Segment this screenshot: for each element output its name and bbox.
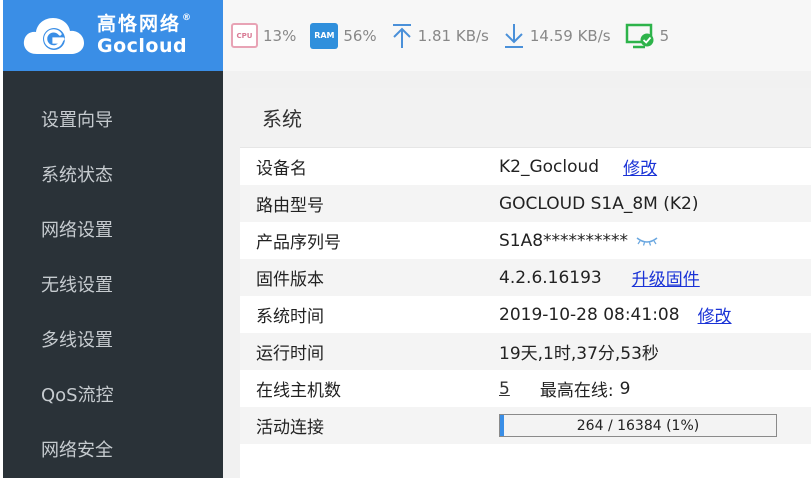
connections-label: 活动连接 — [256, 418, 324, 438]
brand-name-en: Gocloud — [97, 35, 188, 57]
system-time-value: 2019-10-28 08:41:08 — [499, 304, 680, 325]
cpu-icon: CPU — [231, 23, 258, 48]
system-time-label: 系统时间 — [256, 307, 324, 327]
system-panel: 系统 设备名 K2_Gocloud 修改 路由型号 GOCLOUD S1A_8M… — [240, 88, 811, 478]
sidebar-item-network-security[interactable]: 网络安全 — [3, 421, 223, 476]
sidebar-item-label: 多线设置 — [41, 329, 113, 351]
online-stat: 5 — [625, 23, 670, 49]
panel-title: 系统 — [240, 88, 811, 148]
online-count: 5 — [659, 26, 670, 45]
sidebar-item-label: 网络设置 — [41, 219, 113, 241]
sidebar-item-label: QoS流控 — [41, 384, 114, 406]
sidebar-item-label: 无线设置 — [41, 274, 113, 296]
serial-value: S1A8********** — [499, 230, 629, 251]
sidebar-item-label: 网络安全 — [41, 439, 113, 461]
edit-system-time-link[interactable]: 修改 — [698, 302, 732, 327]
download-speed: 14.59 KB/s — [529, 26, 611, 45]
sidebar-item-wireless-settings[interactable]: 无线设置 — [3, 256, 223, 311]
ram-icon: RAM — [310, 22, 339, 49]
serial-label: 产品序列号 — [256, 233, 341, 253]
brand-text: 高恪网络 ® Gocloud — [97, 13, 194, 57]
connections-progress-bar: 264 / 16384 (1%) — [499, 414, 777, 437]
status-bar: CPU 13% RAM 56% 1.81 KB/s 14.59 KB/s 5 — [223, 0, 811, 71]
cloud-logo-icon — [23, 17, 84, 54]
ram-usage: 56% — [343, 26, 377, 45]
sidebar-item-system-status[interactable]: 系统状态 — [3, 146, 223, 201]
eye-closed-icon[interactable] — [636, 236, 658, 246]
row-system-time: 系统时间 2019-10-28 08:41:08 修改 — [240, 296, 811, 333]
row-device-name: 设备名 K2_Gocloud 修改 — [240, 148, 811, 185]
row-model: 路由型号 GOCLOUD S1A_8M (K2) — [240, 185, 811, 222]
monitor-check-icon — [625, 23, 654, 48]
sidebar-item-label: 系统状态 — [41, 164, 113, 186]
row-serial: 产品序列号 S1A8********** — [240, 222, 811, 259]
brand-logo[interactable]: 高恪网络 ® Gocloud — [3, 0, 223, 71]
online-hosts-label: 在线主机数 — [256, 381, 341, 401]
sidebar-item-label: 设置向导 — [41, 109, 113, 131]
uptime-label: 运行时间 — [256, 344, 324, 364]
download-arrow-icon — [504, 23, 523, 48]
model-label: 路由型号 — [256, 196, 324, 216]
row-connections: 活动连接 264 / 16384 (1%) — [240, 407, 811, 444]
upload-speed: 1.81 KB/s — [417, 26, 489, 45]
sidebar-item-qos[interactable]: QoS流控 — [3, 366, 223, 421]
upload-stat: 1.81 KB/s — [391, 23, 489, 49]
firmware-value: 4.2.6.16193 — [499, 267, 602, 288]
max-online-value: 9 — [619, 378, 631, 399]
firmware-label: 固件版本 — [256, 270, 324, 290]
brand-name-cn: 高恪网络 — [97, 13, 182, 35]
registered-mark: ® — [182, 13, 194, 23]
edit-device-name-link[interactable]: 修改 — [623, 154, 657, 179]
row-online-hosts: 在线主机数 5 最高在线: 9 — [240, 370, 811, 407]
sidebar-item-setup-wizard[interactable]: 设置向导 — [3, 91, 223, 146]
download-stat: 14.59 KB/s — [503, 23, 611, 49]
sidebar-item-multi-wan[interactable]: 多线设置 — [3, 311, 223, 366]
row-uptime: 运行时间 19天,1时,37分,53秒 — [240, 333, 811, 370]
model-value: GOCLOUD S1A_8M (K2) — [499, 193, 699, 214]
online-hosts-link[interactable]: 5 — [499, 379, 510, 399]
progress-fill — [500, 415, 505, 436]
sidebar-item-network-settings[interactable]: 网络设置 — [3, 201, 223, 256]
device-name-label: 设备名 — [256, 159, 307, 179]
sidebar: 设置向导 系统状态 网络设置 无线设置 多线设置 QoS流控 网络安全 — [3, 71, 223, 478]
ram-stat: RAM 56% — [310, 22, 377, 49]
connections-value: 264 / 16384 (1%) — [576, 417, 700, 434]
upload-arrow-icon — [392, 23, 411, 48]
uptime-value: 19天,1时,37分,53秒 — [499, 344, 659, 364]
upgrade-firmware-link[interactable]: 升级固件 — [632, 265, 700, 290]
cpu-usage: 13% — [263, 26, 297, 45]
cpu-stat: CPU 13% — [231, 23, 296, 48]
device-name-value: K2_Gocloud — [499, 156, 600, 177]
row-firmware: 固件版本 4.2.6.16193 升级固件 — [240, 259, 811, 296]
max-online-label: 最高在线: — [539, 381, 614, 401]
